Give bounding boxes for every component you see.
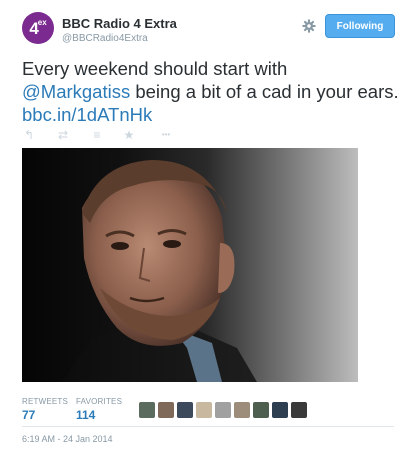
portrait-image [62,160,257,382]
favoriter-avatar[interactable] [177,402,193,418]
mention-link[interactable]: @Markgatiss [22,81,130,102]
favorites-label: FAVORITES [76,397,123,406]
favoriter-avatar[interactable] [215,402,231,418]
account-handle[interactable]: @BBCRadio4Extra [62,33,148,44]
favoriter-avatar[interactable] [196,402,212,418]
favorites-count[interactable]: 114 [76,408,95,422]
retweets-label: RETWEETS [22,397,69,406]
following-button[interactable]: Following [325,14,395,38]
reply-icon[interactable]: ↰ [22,128,36,142]
favoriter-avatar[interactable] [291,402,307,418]
favoriter-avatar[interactable] [253,402,269,418]
tweet-text-start: Every weekend should start with [22,58,288,79]
tweet-url-link[interactable]: bbc.in/1dATnHk [22,104,152,125]
tweet-text-middle: being a bit of a cad in your ears. [130,81,399,102]
gear-icon[interactable] [302,19,316,33]
favorite-icon[interactable]: ★ [122,128,136,142]
tweet-photo[interactable] [22,148,358,382]
account-name[interactable]: BBC Radio 4 Extra [62,16,177,31]
favoriter-avatar[interactable] [272,402,288,418]
account-avatar[interactable]: 4 ex [22,12,54,44]
tweet-card: 4 ex BBC Radio 4 Extra @BBCRadio4Extra Fo… [0,0,416,465]
more-icon[interactable]: ••• [156,128,176,142]
retweet-icon[interactable]: ⇄ [56,128,70,142]
favoriter-avatar[interactable] [139,402,155,418]
tweet-timestamp[interactable]: 6:19 AM - 24 Jan 2014 [22,434,113,444]
favoriter-avatar[interactable] [234,402,250,418]
tweet-text: Every weekend should start with @Markgat… [22,57,402,126]
divider [22,426,394,427]
avatar-sup: ex [37,18,47,27]
stack-icon[interactable]: ≡ [90,128,104,142]
favoriter-avatar[interactable] [158,402,174,418]
retweets-count[interactable]: 77 [22,408,35,422]
